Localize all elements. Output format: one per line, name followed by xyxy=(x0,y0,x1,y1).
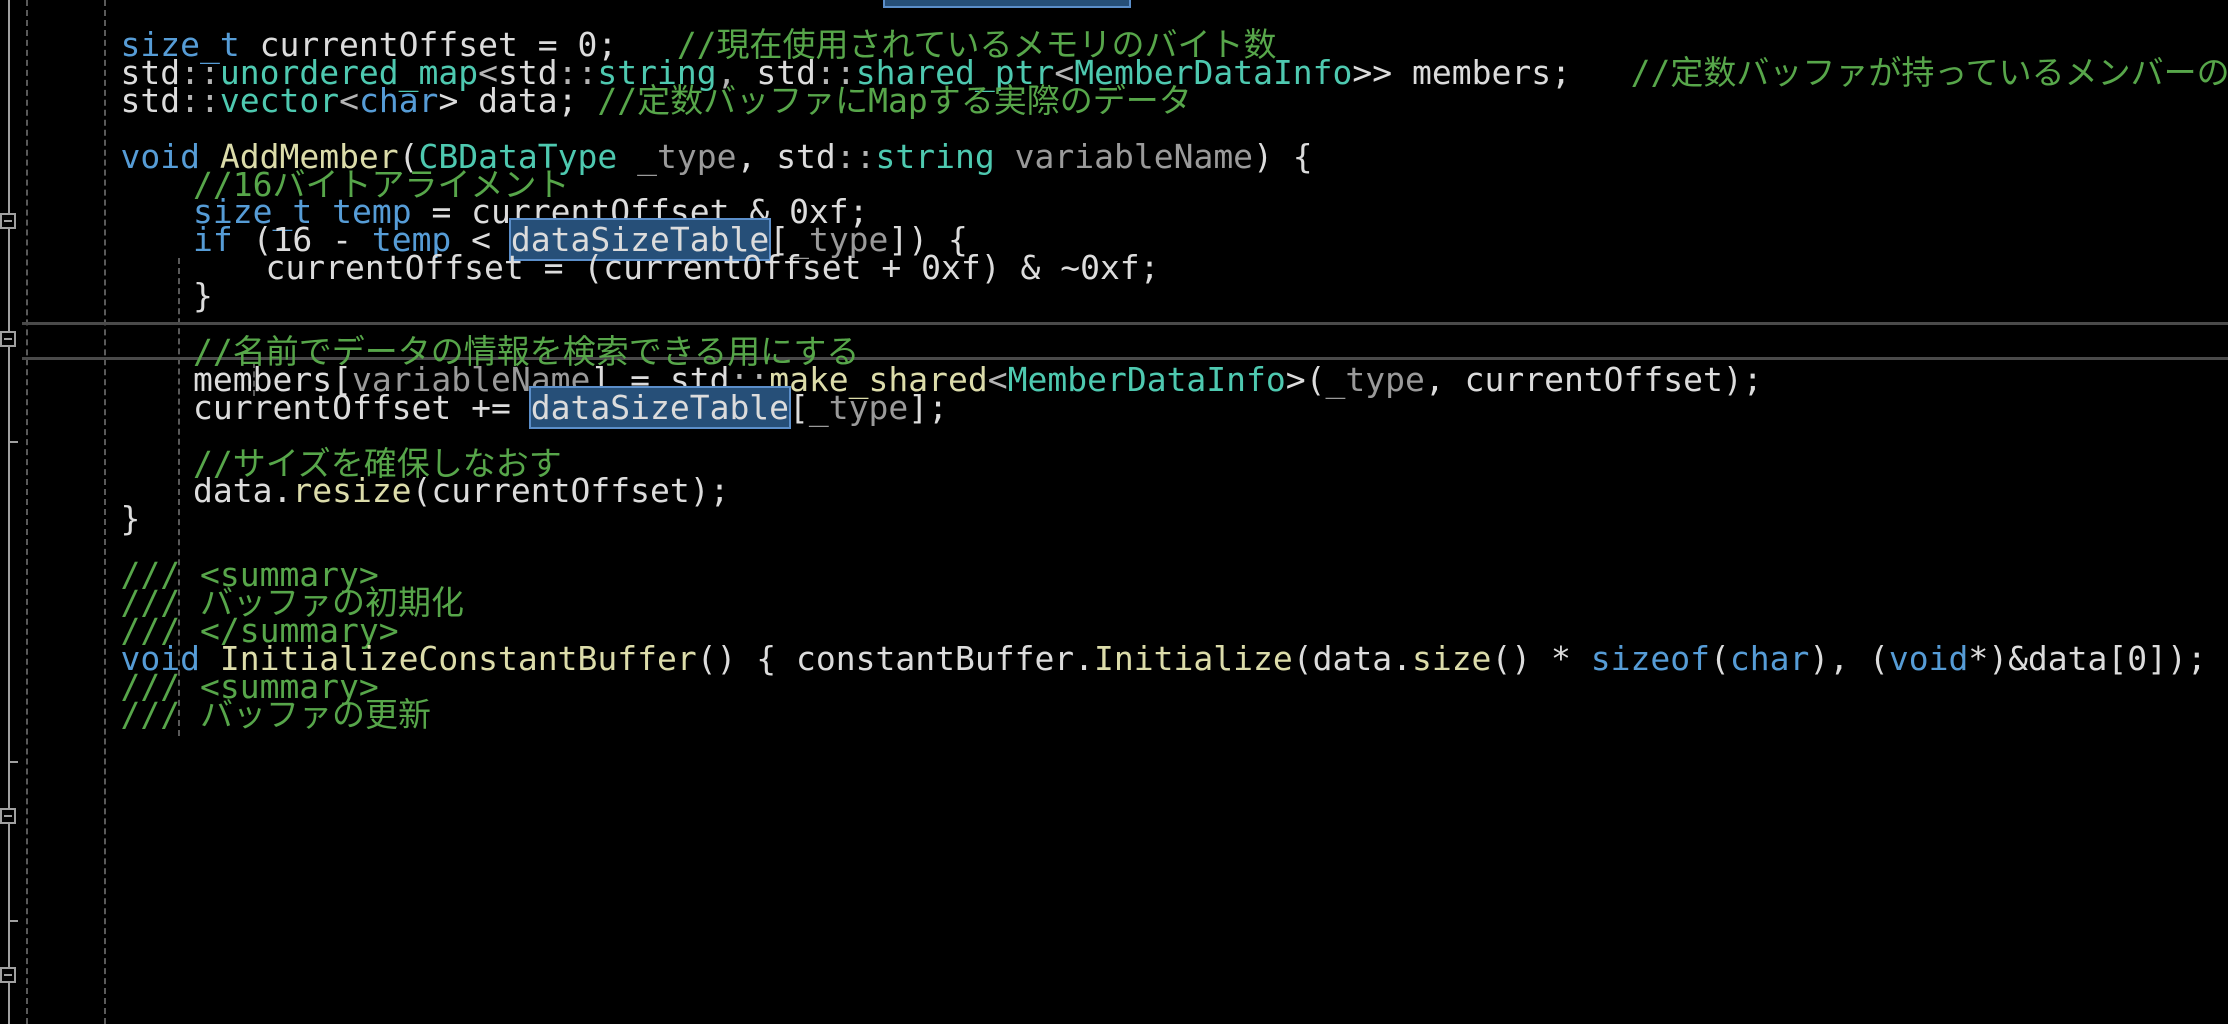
code-token: MemberDataInfo xyxy=(1007,359,1286,399)
code-token: , std xyxy=(736,136,836,176)
code-line[interactable]: currentOffset += dataSizeTable[_type]; xyxy=(193,385,949,429)
code-token: currentOffset = (currentOffset + 0xf) & … xyxy=(265,248,1160,288)
code-token: ), ( xyxy=(1809,638,1889,678)
code-token: < xyxy=(339,80,359,120)
collapse-icon[interactable] xyxy=(0,808,16,824)
fold-outline-line xyxy=(8,0,10,1024)
code-token: () * xyxy=(1491,638,1591,678)
code-token: :: xyxy=(180,80,220,120)
fold-end-marker xyxy=(8,441,18,443)
code-token: >> members; xyxy=(1352,52,1631,92)
code-token: sizeof xyxy=(1590,638,1710,678)
code-token: char xyxy=(1729,638,1810,678)
fold-end-marker xyxy=(8,761,18,763)
code-token: void xyxy=(1888,638,1969,678)
fold-gutter xyxy=(0,0,40,1024)
code-token: //定数バッファにMapする実際のデータ xyxy=(597,80,1192,120)
code-token: :: xyxy=(835,136,876,176)
code-token: [ xyxy=(789,387,809,427)
code-token: currentOffset += xyxy=(193,387,531,427)
code-token: _type xyxy=(637,136,737,176)
code-token: (currentOffset); xyxy=(411,471,730,511)
code-token: (data. xyxy=(1292,638,1412,678)
code-token: void xyxy=(120,136,200,176)
code-token: std xyxy=(120,80,181,120)
code-token: string xyxy=(875,136,995,176)
code-token: , currentOffset); xyxy=(1424,359,1763,399)
highlighted-token: dataSizeTable xyxy=(528,385,792,429)
code-line[interactable]: } xyxy=(121,500,141,538)
code-token: _type xyxy=(1325,359,1425,399)
code-token: ) { xyxy=(1253,136,1313,176)
code-token: /// バッファの更新 xyxy=(120,694,431,734)
code-token: < xyxy=(987,359,1008,399)
code-line[interactable]: data.resize(currentOffset); xyxy=(193,472,729,510)
fold-end-marker xyxy=(8,920,18,922)
code-token: variableName xyxy=(1014,136,1254,176)
code-token: ]; xyxy=(908,387,949,427)
collapse-icon[interactable] xyxy=(0,213,16,229)
code-token: } xyxy=(120,499,141,539)
code-line[interactable]: /// バッファの更新 xyxy=(120,694,431,734)
code-token: vector xyxy=(219,80,340,120)
code-token: if xyxy=(193,220,233,260)
code-token: > data; xyxy=(438,80,598,120)
code-line[interactable]: void InitializeConstantBuffer() { consta… xyxy=(121,638,2228,678)
collapse-icon[interactable] xyxy=(0,967,16,983)
code-token: //定数バッファが持っているメンバーの xyxy=(1630,52,2228,92)
code-token: >( xyxy=(1285,359,1326,399)
code-token: *)&data[0]); } xyxy=(1968,638,2228,678)
code-token: _type xyxy=(808,387,909,427)
indent-guide xyxy=(26,0,28,1024)
collapse-icon[interactable] xyxy=(0,331,16,347)
code-editor[interactable]: size_t currentOffset = 0; //現在使用されているメモリ… xyxy=(0,0,2228,1024)
code-token: size xyxy=(1411,638,1492,678)
code-token: data. xyxy=(193,471,293,511)
code-token: () { constantBuffer. xyxy=(696,638,1095,678)
code-line[interactable]: std::vector<char> data; //定数バッファにMapする実際… xyxy=(120,80,1192,120)
code-token: Initialize xyxy=(1094,638,1293,678)
code-token: char xyxy=(358,80,439,120)
code-line[interactable]: currentOffset = (currentOffset + 0xf) & … xyxy=(266,249,1160,287)
code-line[interactable]: } xyxy=(193,277,213,315)
code-token: ( xyxy=(1710,638,1730,678)
selection-highlight xyxy=(883,0,1131,8)
indent-guide xyxy=(104,0,106,1024)
code-token: } xyxy=(193,276,213,316)
code-token: resize xyxy=(292,471,412,511)
